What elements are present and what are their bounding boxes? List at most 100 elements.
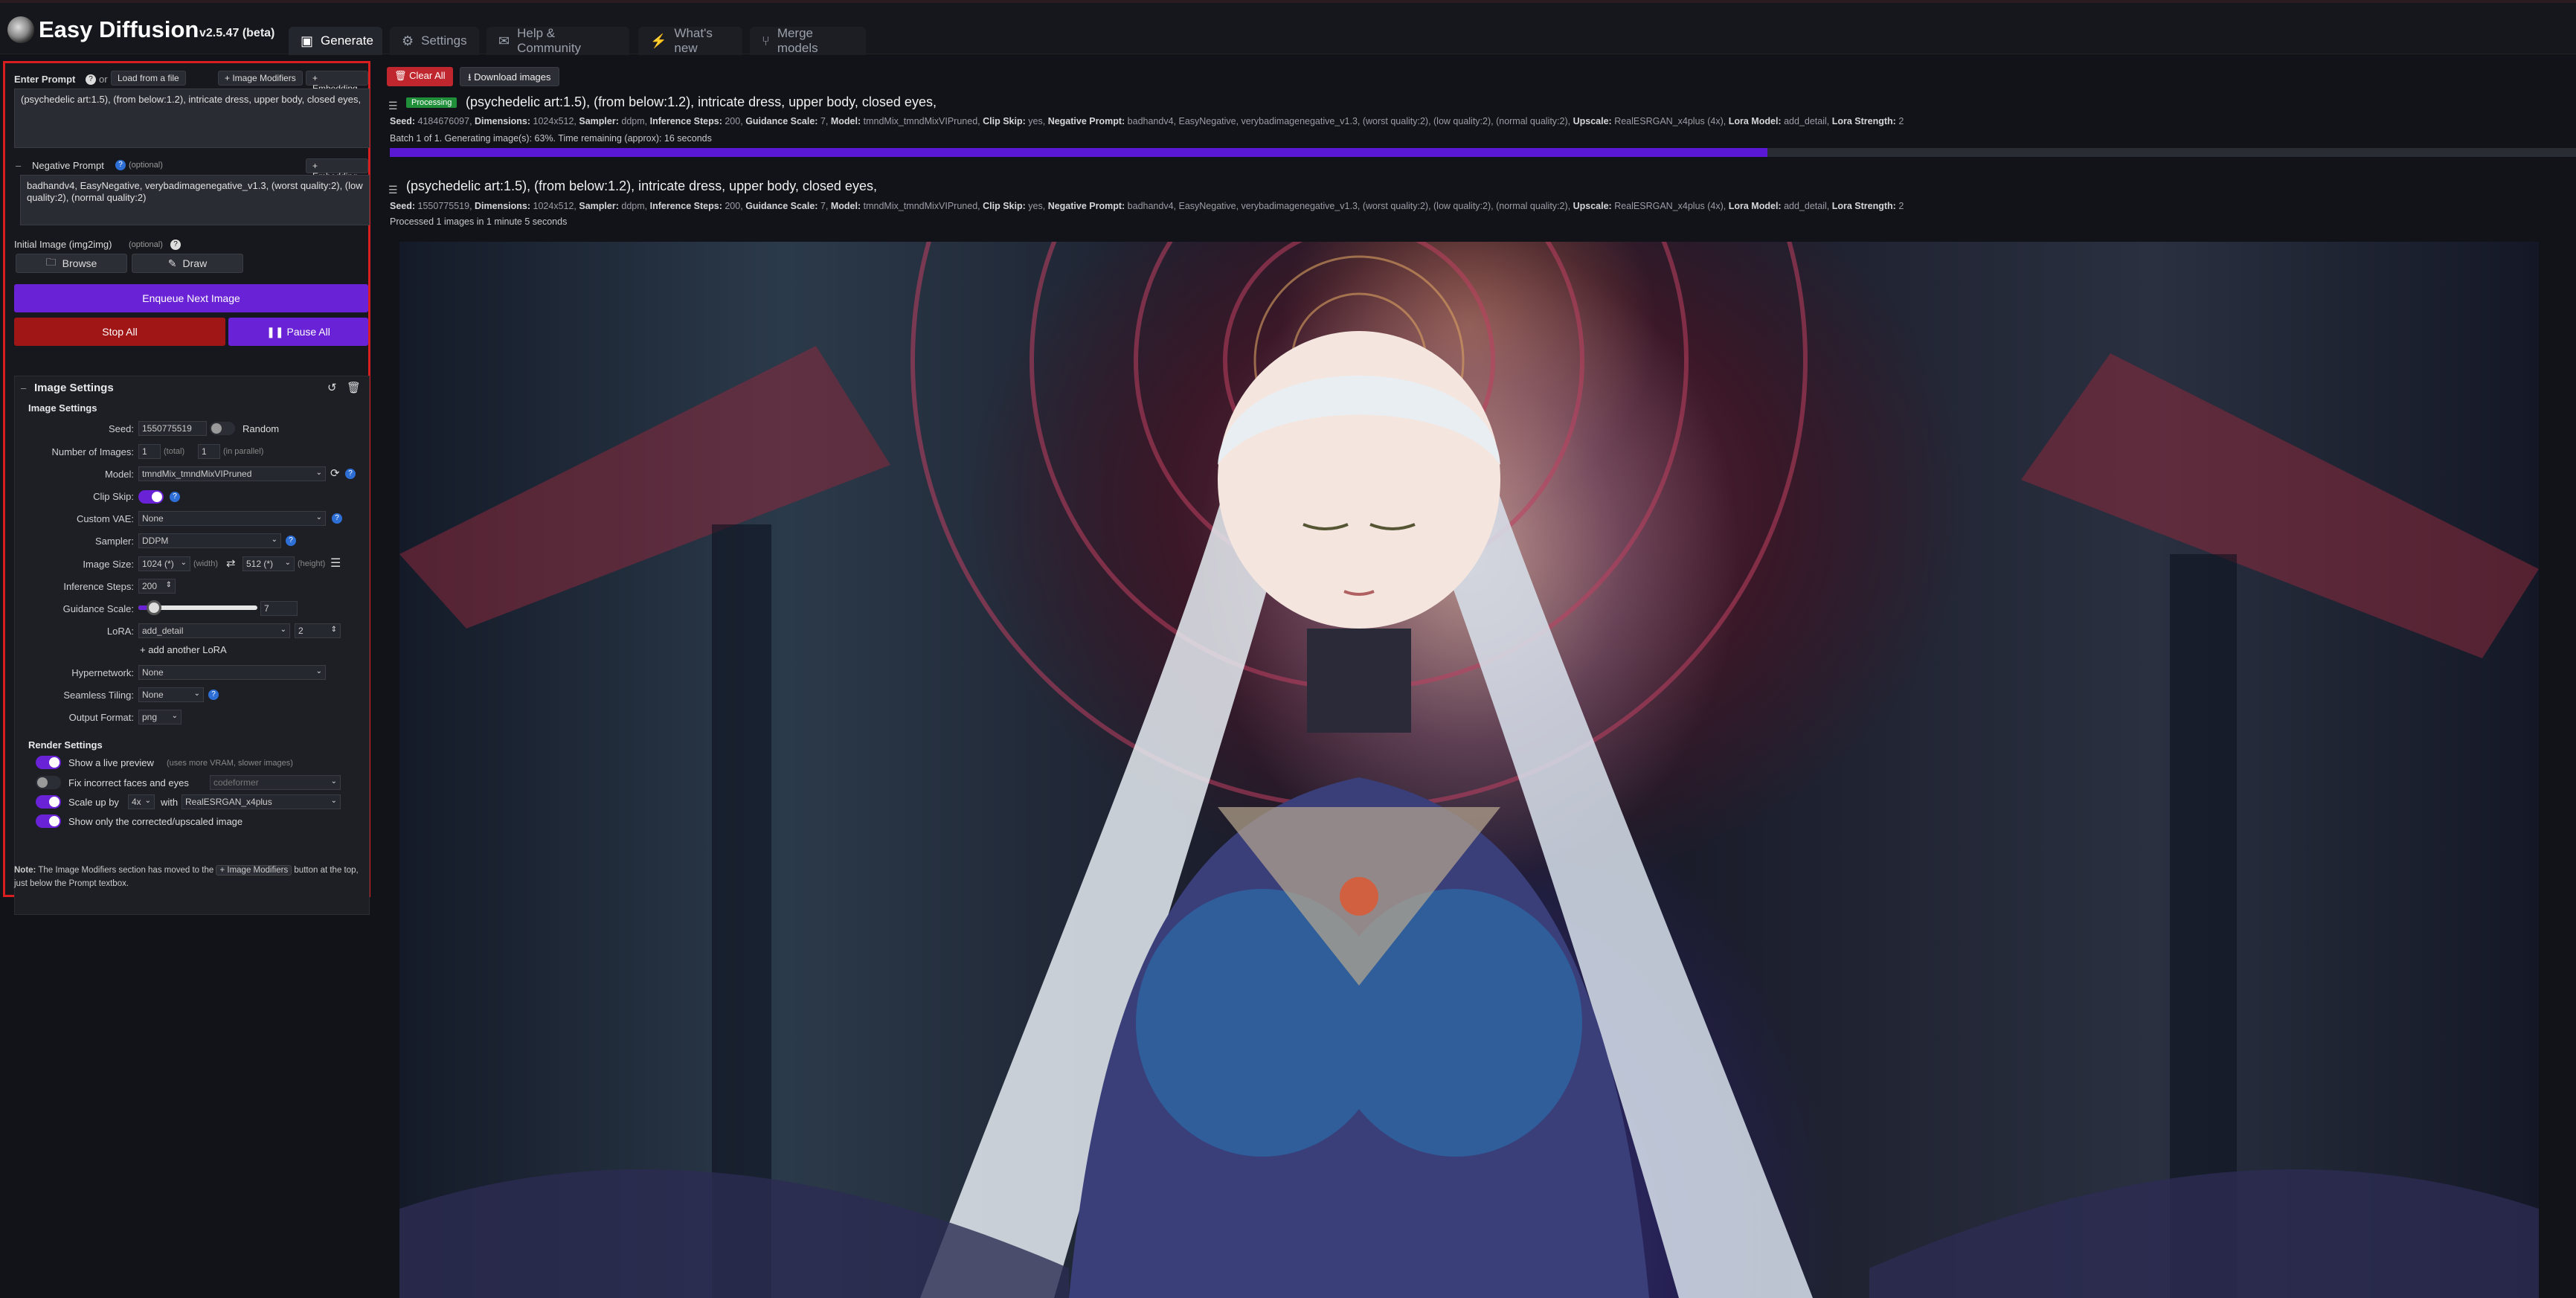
sampler-select[interactable]: DDPM ⌄ xyxy=(138,533,281,548)
reset-icon[interactable]: ↺ xyxy=(327,381,337,394)
guidance-scale-slider[interactable] xyxy=(138,600,257,615)
chevron-down-icon: ⌄ xyxy=(171,712,178,720)
guidance-scale-input[interactable]: 7 xyxy=(260,601,298,616)
tab-generate[interactable]: ▣ Generate xyxy=(289,27,382,55)
parallel-hint: (in parallel) xyxy=(223,447,264,456)
scale-up-toggle[interactable] xyxy=(36,795,61,809)
stepper-icon: ⇕ xyxy=(165,581,172,589)
task-meta: Seed: 4184676097, Dimensions: 1024x512, … xyxy=(390,116,1904,126)
drag-handle-icon[interactable]: ☰ xyxy=(388,184,398,196)
app-header: Easy Diffusion v2.5.47 (beta) ▣ Generate… xyxy=(0,0,2576,55)
pause-all-button[interactable]: ❚❚ Pause All xyxy=(228,318,368,346)
drag-handle-icon[interactable]: ☰ xyxy=(388,100,398,112)
guidance-scale-slider-thumb[interactable] xyxy=(146,600,161,615)
info-icon[interactable]: ? xyxy=(286,536,296,546)
random-seed-toggle[interactable] xyxy=(210,422,235,435)
chevron-down-icon: ⌄ xyxy=(330,777,337,785)
prompt-textarea[interactable]: (psychedelic art:1.5), (from below:1.2),… xyxy=(14,89,370,148)
generated-image[interactable] xyxy=(399,242,2539,1298)
clip-skip-toggle[interactable] xyxy=(138,490,164,504)
embedding-button[interactable]: + Embedding xyxy=(306,71,368,94)
initial-image-label: Initial Image (img2img) xyxy=(14,239,112,250)
custom-vae-label: Custom VAE: xyxy=(76,513,134,524)
tab-whats-new[interactable]: ⚡ What's new xyxy=(638,26,742,55)
task-meta: Seed: 1550775519, Dimensions: 1024x512, … xyxy=(390,201,1904,211)
download-images-button[interactable]: ⭳ Download images xyxy=(460,67,559,86)
output-format-select[interactable]: png ⌄ xyxy=(138,710,182,724)
height-select[interactable]: 512 (*) ⌄ xyxy=(242,556,295,571)
live-preview-label: Show a live preview xyxy=(68,757,154,768)
negative-prompt-textarea[interactable]: badhandv4, EasyNegative, verybadimageneg… xyxy=(20,175,370,225)
gear-icon: ⚙ xyxy=(402,33,414,48)
info-icon[interactable]: ? xyxy=(170,492,180,502)
model-select[interactable]: tmndMix_tmndMixVIPruned ⌄ xyxy=(138,466,326,481)
random-label: Random xyxy=(242,423,280,434)
fix-faces-toggle[interactable] xyxy=(36,776,61,789)
load-from-file-button[interactable]: Load from a file xyxy=(111,71,186,86)
tab-settings[interactable]: ⚙ Settings xyxy=(390,27,479,55)
app-logo xyxy=(7,16,34,43)
inference-steps-input[interactable]: 200 ⇕ xyxy=(138,579,176,594)
note-text: Note: The Image Modifiers section has mo… xyxy=(14,865,359,888)
chevron-down-icon: ⌄ xyxy=(284,559,291,567)
num-images-parallel-input[interactable]: 1 xyxy=(198,444,220,459)
output-format-label: Output Format: xyxy=(68,712,134,723)
image-settings-header[interactable]: Image Settings xyxy=(34,382,114,394)
help-icon[interactable]: ? xyxy=(170,240,181,250)
collapse-icon[interactable]: – xyxy=(21,382,26,393)
progress-bar xyxy=(390,148,2576,157)
browse-button[interactable]: 🗀 Browse xyxy=(16,254,127,273)
seed-input[interactable]: 1550775519 xyxy=(138,421,207,436)
info-icon[interactable]: ? xyxy=(115,160,126,170)
stepper-icon: ⇕ xyxy=(330,626,337,634)
task-title: (psychedelic art:1.5), (from below:1.2),… xyxy=(406,179,877,193)
draw-button[interactable]: ✎ Draw xyxy=(132,254,243,273)
hypernetwork-label: Hypernetwork: xyxy=(71,667,134,678)
info-icon[interactable]: ? xyxy=(208,690,219,700)
chevron-down-icon: ⌄ xyxy=(315,513,322,521)
negative-embedding-button[interactable]: + Embedding xyxy=(306,158,368,181)
seamless-tiling-select[interactable]: None ⌄ xyxy=(138,687,204,702)
add-lora-button[interactable]: + add another LoRA xyxy=(140,644,227,655)
enqueue-button[interactable]: Enqueue Next Image xyxy=(14,284,368,312)
sliders-icon[interactable]: ☰ xyxy=(330,556,341,571)
clear-all-button[interactable]: 🗑 Clear All xyxy=(387,67,453,86)
scale-factor-select[interactable]: 4x ⌄ xyxy=(128,794,155,809)
info-icon[interactable]: ? xyxy=(332,513,342,524)
app-title: Easy Diffusion xyxy=(39,16,199,42)
model-label: Model: xyxy=(104,469,134,480)
download-icon: ⭳ xyxy=(468,71,475,83)
upscaler-select[interactable]: RealESRGAN_x4plus ⌄ xyxy=(182,794,341,809)
chevron-down-icon: ⌄ xyxy=(193,690,200,698)
custom-vae-select[interactable]: None ⌄ xyxy=(138,511,326,526)
bolt-icon: ⚡ xyxy=(650,33,667,48)
image-icon: ▣ xyxy=(301,33,314,48)
progress-bar-fill xyxy=(390,148,1767,157)
fix-faces-model-select[interactable]: codeformer ⌄ xyxy=(210,775,341,790)
show-only-corrected-toggle[interactable] xyxy=(36,815,61,828)
tab-help-community[interactable]: ✉ Help & Community xyxy=(486,26,629,55)
tab-merge-models[interactable]: ⑂ Merge models xyxy=(750,26,866,55)
image-modifiers-button[interactable]: + Image Modifiers xyxy=(218,71,303,86)
num-images-total-input[interactable]: 1 xyxy=(138,444,161,459)
swap-icon[interactable]: ⇄ xyxy=(226,556,236,570)
help-icon[interactable]: ? xyxy=(86,74,96,85)
negative-prompt-label: Negative Prompt xyxy=(32,160,104,171)
hypernetwork-select[interactable]: None ⌄ xyxy=(138,665,326,680)
image-size-label: Image Size: xyxy=(83,559,134,570)
trash-icon[interactable]: 🗑 xyxy=(347,381,361,394)
seamless-tiling-label: Seamless Tiling: xyxy=(63,690,134,701)
initial-image-optional: (optional) xyxy=(129,240,163,249)
stop-all-button[interactable]: Stop All xyxy=(14,318,225,346)
chevron-down-icon: ⌄ xyxy=(330,797,337,805)
width-select[interactable]: 1024 (*) ⌄ xyxy=(138,556,190,571)
refresh-icon[interactable]: ⟳ xyxy=(330,466,340,480)
lora-strength-input[interactable]: 2 ⇕ xyxy=(295,623,341,638)
collapse-icon[interactable]: – xyxy=(16,160,21,171)
lora-select[interactable]: add_detail ⌄ xyxy=(138,623,290,638)
live-preview-toggle[interactable] xyxy=(36,756,61,769)
scale-up-label: Scale up by xyxy=(68,797,119,808)
or-text: or xyxy=(99,74,108,85)
info-icon[interactable]: ? xyxy=(345,469,356,479)
chevron-down-icon: ⌄ xyxy=(180,559,187,567)
